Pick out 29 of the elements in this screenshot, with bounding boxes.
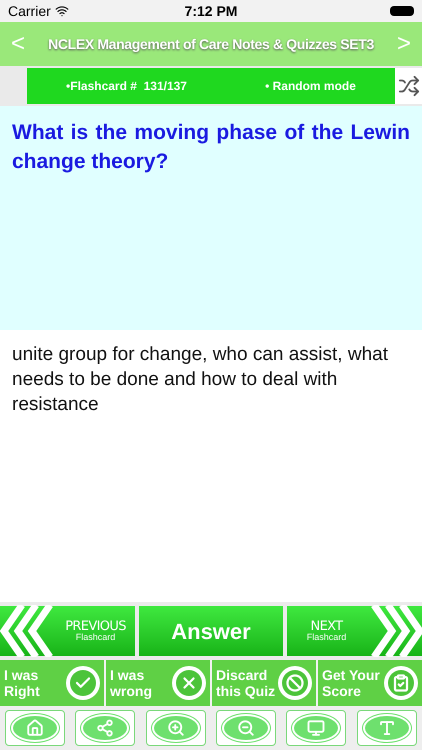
status-time: 7:12 PM [184,2,238,20]
wifi-icon [54,4,69,18]
home-button[interactable] [5,710,66,746]
home-icon [26,719,44,737]
battery-icon [390,6,414,16]
carrier-label: Carrier [8,2,51,20]
back-button[interactable]: < [8,26,28,62]
header-title: NCLEX Management of Care Notes & Quizzes SET3 [47,36,375,52]
mode-label: • Random mode [265,78,356,95]
action-button[interactable]: I was Right [0,660,104,706]
font-button[interactable] [356,710,417,746]
zoom-out-button[interactable] [216,710,276,746]
shuffle-button[interactable] [395,68,422,104]
background-button[interactable] [286,710,346,746]
next-button[interactable]: NEXT Flashcard [287,606,422,656]
question-text: What is the moving phase of the Lewin change theory? [12,120,410,175]
forward-button[interactable]: > [394,26,414,62]
previous-button[interactable]: PREVIOUS Flashcard [0,606,135,656]
action-button[interactable]: Get Your Score [318,660,422,706]
flashcard-counter: •Flashcard # 131/137 [66,78,187,95]
action-button[interactable]: Discard this Quiz [212,660,316,706]
action-button[interactable]: I was wrong [106,660,210,706]
answer-text: unite group for change, who can assist, what needs to be done and how to deal with resistance [12,343,390,417]
zoom-out-icon [237,719,256,737]
answer-button[interactable]: Answer [139,606,283,656]
zoom-in-icon [166,719,185,737]
zoom-in-button[interactable] [146,710,206,746]
share-button[interactable] [75,710,136,746]
share-icon [96,719,114,737]
